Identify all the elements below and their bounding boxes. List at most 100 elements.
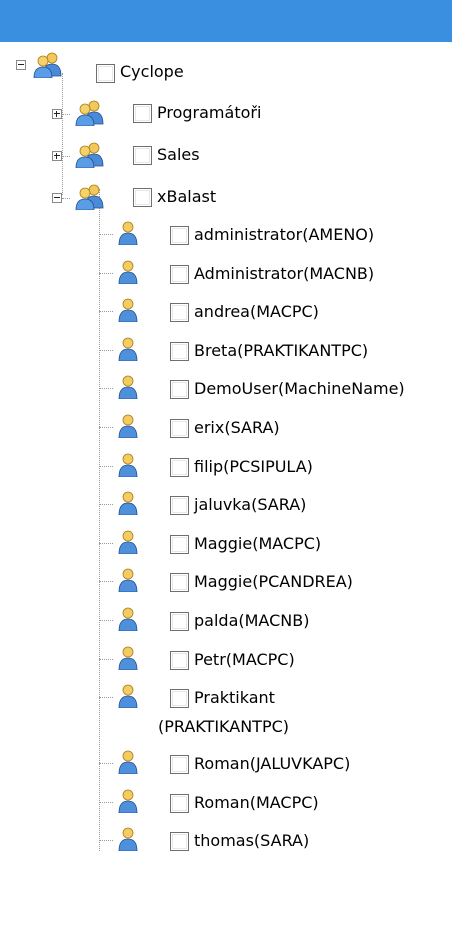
collapse-icon[interactable] <box>52 193 62 203</box>
tree-connector <box>99 542 113 544</box>
tree-node-label: filip(PCSIPULA) <box>194 456 313 476</box>
tree-node-label: andrea(MACPC) <box>194 302 319 322</box>
tree-node-user[interactable]: Maggie(PCANDREA) <box>0 565 452 601</box>
tree-node-group-sales[interactable]: Sales <box>0 140 300 176</box>
user-icon <box>118 298 138 323</box>
checkbox-user[interactable] <box>170 573 189 593</box>
collapse-icon[interactable] <box>16 60 26 70</box>
tree-node-label: jaluvka(SARA) <box>194 495 307 515</box>
user-icon <box>118 789 138 814</box>
checkbox-user[interactable] <box>170 419 189 438</box>
checkbox-user[interactable] <box>170 226 189 245</box>
user-tree: Cyclope Programátoři Sales xBalast admin… <box>0 42 452 944</box>
user-group-icon <box>32 52 62 79</box>
tree-connector <box>99 427 113 428</box>
checkbox-user[interactable] <box>170 755 189 775</box>
user-icon <box>118 260 138 284</box>
tree-connector <box>99 349 113 351</box>
user-icon <box>118 568 138 593</box>
checkbox-programatori[interactable] <box>133 104 152 123</box>
tree-node-group-xbalast[interactable]: xBalast <box>0 182 300 218</box>
tree-node-label: DemoUser(MachineName) <box>194 379 405 399</box>
tree-node-label: Programátoři <box>157 103 262 122</box>
tree-node-root[interactable]: Cyclope <box>0 52 240 90</box>
user-icon <box>118 375 138 400</box>
user-group-icon <box>74 100 104 127</box>
user-icon <box>118 646 138 670</box>
user-group-icon <box>74 184 104 211</box>
tree-node-label: Roman(JALUVKAPC) <box>194 754 351 774</box>
tree-node-label: Breta(PRAKTIKANTPC) <box>194 340 369 360</box>
tree-node-label: thomas(SARA) <box>194 831 310 851</box>
tree-node-label: Sales <box>157 145 200 164</box>
tree-node-user[interactable]: andrea(MACPC) <box>0 295 452 331</box>
tree-connector <box>99 581 113 583</box>
tree-node-user[interactable]: Administrator(MACNB) <box>0 257 452 293</box>
tree-node-label: erix(SARA) <box>194 418 280 437</box>
tree-node-label-continued: (PRAKTIKANTPC) <box>158 717 290 737</box>
tree-node-group-programatori[interactable]: Programátoři <box>0 98 300 134</box>
user-icon <box>118 491 138 516</box>
checkbox-user[interactable] <box>170 534 189 554</box>
tree-node-user[interactable]: erix(SARA) <box>0 411 452 447</box>
tree-connector <box>62 114 70 115</box>
tree-connector <box>62 198 70 199</box>
checkbox-user[interactable] <box>170 612 189 631</box>
checkbox-sales[interactable] <box>133 146 152 165</box>
tree-node-user[interactable]: Roman(MACPC) <box>0 786 452 822</box>
tree-node-user[interactable]: Maggie(MACPC) <box>0 527 452 563</box>
tree-node-user[interactable]: DemoUser(MachineName) <box>0 372 452 408</box>
tree-connector <box>62 73 63 195</box>
checkbox-user[interactable] <box>170 341 189 361</box>
tree-node-user[interactable]: filip(PCSIPULA) <box>0 450 452 486</box>
checkbox-user[interactable] <box>170 793 189 813</box>
user-icon <box>118 221 138 246</box>
tree-node-user[interactable]: Breta(PRAKTIKANTPC) <box>0 334 452 370</box>
tree-connector <box>99 234 113 235</box>
expand-icon[interactable] <box>52 151 62 161</box>
tree-node-user[interactable]: thomas(SARA) <box>0 824 452 860</box>
checkbox-xbalast[interactable] <box>133 188 152 207</box>
tree-node-user[interactable]: Praktikant (PRAKTIKANTPC) <box>0 681 452 745</box>
checkbox-user[interactable] <box>170 264 189 284</box>
checkbox-user[interactable] <box>170 689 189 709</box>
expand-icon[interactable] <box>52 109 62 119</box>
user-icon <box>118 414 138 439</box>
tree-node-user[interactable]: administrator(AMENO) <box>0 218 452 254</box>
checkbox-user[interactable] <box>170 832 189 852</box>
tree-connector <box>99 658 113 660</box>
tree-connector <box>62 156 70 157</box>
tree-node-user[interactable]: jaluvka(SARA) <box>0 488 452 524</box>
tree-node-user[interactable]: Roman(JALUVKAPC) <box>0 747 452 783</box>
tree-connector <box>99 763 113 765</box>
user-icon <box>118 827 138 852</box>
checkbox-user[interactable] <box>170 380 189 400</box>
tree-connector <box>99 697 113 699</box>
user-icon <box>118 684 138 709</box>
tree-node-label: xBalast <box>157 187 217 206</box>
user-icon <box>118 337 138 362</box>
user-icon <box>118 607 138 632</box>
user-group-icon <box>74 142 104 169</box>
tree-node-label: Administrator(MACNB) <box>194 263 375 283</box>
checkbox-user[interactable] <box>170 650 189 670</box>
tree-connector <box>99 272 113 274</box>
tree-node-label: Maggie(PCANDREA) <box>194 572 353 592</box>
tree-node-label: Roman(MACPC) <box>194 792 319 812</box>
tree-node-label: Cyclope <box>120 62 184 81</box>
user-icon <box>118 453 138 477</box>
checkbox-cyclope[interactable] <box>96 64 115 83</box>
tree-node-label: Praktikant <box>194 688 275 708</box>
checkbox-user[interactable] <box>170 496 189 516</box>
tree-connector <box>99 388 113 390</box>
user-icon <box>118 750 138 775</box>
tree-node-user[interactable]: Petr(MACPC) <box>0 643 452 679</box>
tree-connector <box>99 620 113 621</box>
checkbox-user[interactable] <box>170 303 189 323</box>
tree-node-user[interactable]: palda(MACNB) <box>0 604 452 640</box>
checkbox-user[interactable] <box>170 457 189 477</box>
tree-connector <box>99 504 113 506</box>
tree-node-label: Petr(MACPC) <box>194 649 295 669</box>
tree-connector <box>99 311 113 313</box>
tree-node-label: Maggie(MACPC) <box>194 533 322 553</box>
